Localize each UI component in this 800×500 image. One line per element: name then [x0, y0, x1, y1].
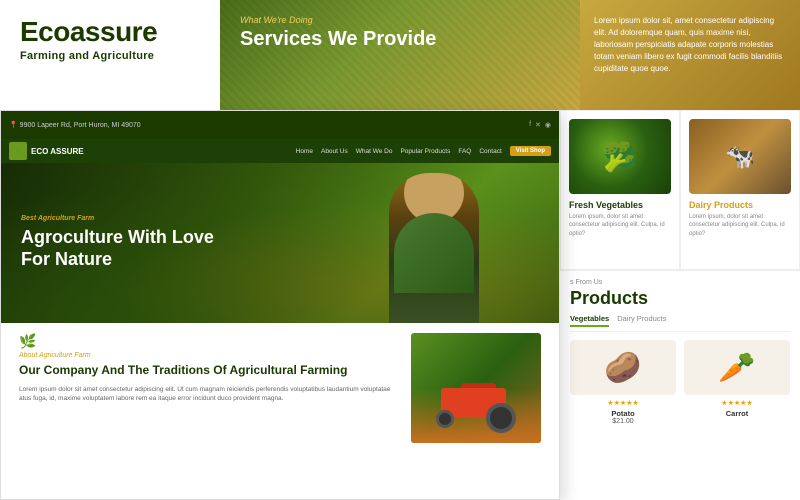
- about-text: Lorem ipsum dolor sit amet consectetur a…: [19, 385, 396, 405]
- product-carrot: ★★★★★ Carrot: [684, 340, 790, 425]
- about-left: 🌿 About Agriculture Farm Our Company And…: [19, 333, 396, 443]
- products-section: s From Us Products Vegetables Dairy Prod…: [560, 270, 800, 433]
- nav-what[interactable]: What We Do: [356, 148, 393, 155]
- potato-image: [570, 340, 676, 395]
- tractor-wheel-big: [486, 403, 516, 433]
- products-grid: ★★★★★ Potato $21.00 ★★★★★ Carrot: [570, 340, 790, 425]
- instagram-icon[interactable]: ◉: [545, 121, 551, 129]
- carrot-name: Carrot: [684, 409, 790, 418]
- services-description: Lorem ipsum dolor sit, amet consectetur …: [580, 0, 800, 110]
- nav-faq[interactable]: FAQ: [458, 148, 471, 155]
- twitter-icon[interactable]: ✕: [535, 121, 541, 129]
- services-banner: What We're Doing Services We Provide: [220, 0, 580, 110]
- dairy-image: [689, 119, 791, 194]
- services-desc-text: Lorem ipsum dolor sit, amet consectetur …: [594, 15, 786, 75]
- products-title: Products: [570, 288, 790, 309]
- hero-farmer-figure: [389, 173, 479, 323]
- nav-home[interactable]: Home: [296, 148, 313, 155]
- dairy-card: Dairy Products Lorem ipsum, dolor sit am…: [680, 110, 800, 270]
- carrot-stars: ★★★★★: [684, 399, 790, 407]
- mockup-logo-icon: 🌿: [9, 142, 27, 160]
- product-cards-top: Fresh Vegetables Lorem ipsum, dolor sit …: [560, 110, 800, 270]
- website-mockup: 📍 9900 Lapeer Rd, Port Huron, MI 49070 f…: [0, 110, 560, 500]
- products-tabs: Vegetables Dairy Products: [570, 314, 790, 332]
- mockup-navbar: 📍 9900 Lapeer Rd, Port Huron, MI 49070 f…: [1, 111, 559, 139]
- mockup-logo-text: ECO ASSURE: [31, 147, 84, 156]
- tab-vegetables[interactable]: Vegetables: [570, 314, 609, 327]
- dairy-title: Dairy Products: [689, 200, 791, 210]
- hero-small-label: Best Agriculture Farm: [21, 215, 241, 222]
- about-small-label: About Agriculture Farm: [19, 352, 396, 359]
- nav-products[interactable]: Popular Products: [400, 148, 450, 155]
- hero-title: Agroculture With Love For Nature: [21, 227, 241, 270]
- page-wrapper: Ecoassure Farming and Agriculture What W…: [0, 0, 800, 500]
- hero-text: Best Agriculture Farm Agroculture With L…: [21, 215, 241, 270]
- mockup-menu: Home About Us What We Do Popular Product…: [296, 146, 551, 156]
- mockup-hero: Best Agriculture Farm Agroculture With L…: [1, 163, 559, 323]
- brand-area: Ecoassure Farming and Agriculture: [0, 0, 220, 110]
- visit-shop-button[interactable]: Visit Shop: [510, 146, 551, 156]
- potato-stars: ★★★★★: [570, 399, 676, 407]
- nav-about[interactable]: About Us: [321, 148, 348, 155]
- mockup-social-icons: f ✕ ◉: [529, 121, 551, 129]
- nav-contact[interactable]: Contact: [479, 148, 501, 155]
- leaf-icon: 🌿: [19, 333, 396, 350]
- potato-price: $21.00: [570, 418, 676, 425]
- services-what-label: What We're Doing: [240, 15, 560, 25]
- brand-tagline: Farming and Agriculture: [20, 50, 200, 62]
- facebook-icon[interactable]: f: [529, 121, 531, 129]
- location-icon: 📍: [9, 122, 18, 129]
- mockup-logo: 🌿 ECO ASSURE: [9, 142, 84, 160]
- vegetables-image: [569, 119, 671, 194]
- mockup-about: 🌿 About Agriculture Farm Our Company And…: [1, 323, 559, 453]
- about-tractor-image: [411, 333, 541, 443]
- carrot-image: [684, 340, 790, 395]
- vegetables-title: Fresh Vegetables: [569, 200, 671, 210]
- vegetables-card: Fresh Vegetables Lorem ipsum, dolor sit …: [560, 110, 680, 270]
- mockup-nav-secondary: 🌿 ECO ASSURE Home About Us What We Do Po…: [1, 139, 559, 163]
- about-title: Our Company And The Traditions Of Agricu…: [19, 363, 396, 379]
- right-panel: Fresh Vegetables Lorem ipsum, dolor sit …: [560, 110, 800, 500]
- products-small-label: s From Us: [570, 279, 790, 286]
- tab-dairy[interactable]: Dairy Products: [617, 314, 666, 327]
- brand-name: Ecoassure: [20, 18, 200, 46]
- tractor-wheel-small: [436, 410, 454, 428]
- services-title: Services We Provide: [240, 28, 560, 50]
- vegetables-desc: Lorem ipsum, dolor sit amet consectetur …: [569, 213, 671, 238]
- potato-name: Potato: [570, 409, 676, 418]
- product-potato: ★★★★★ Potato $21.00: [570, 340, 676, 425]
- dairy-desc: Lorem ipsum, dolor sit amet consectetur …: [689, 213, 791, 238]
- tractor-illustration: [431, 383, 521, 433]
- mockup-address: 📍 9900 Lapeer Rd, Port Huron, MI 49070: [9, 121, 141, 129]
